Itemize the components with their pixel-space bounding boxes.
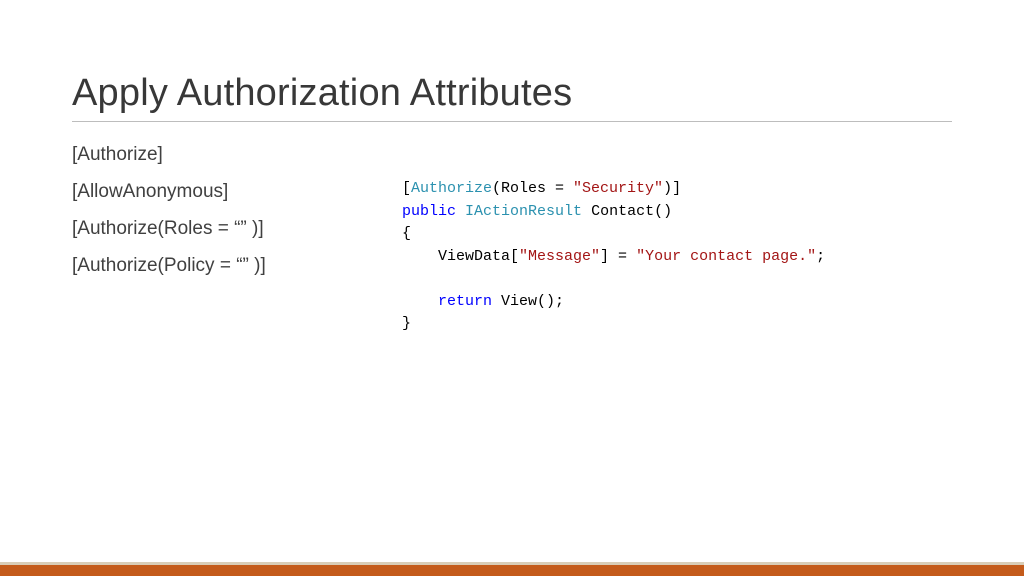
attribute-list: [Authorize] [AllowAnonymous] [Authorize(… [72, 136, 362, 336]
code-token [402, 248, 438, 265]
code-token [456, 203, 465, 220]
code-token: IActionResult [465, 203, 582, 220]
code-token: ; [816, 248, 825, 265]
list-item: [Authorize(Roles = “” )] [72, 210, 362, 247]
code-token: Authorize [411, 180, 492, 197]
code-token: ) [663, 180, 672, 197]
code-token: public [402, 203, 456, 220]
code-token: [ [402, 180, 411, 197]
code-token: "Your contact page." [636, 248, 816, 265]
code-token: { [402, 225, 411, 242]
code-token: return [438, 293, 492, 310]
list-item: [Authorize] [72, 136, 362, 173]
footer-accent-bottom [0, 565, 1024, 576]
code-token: View(); [492, 293, 564, 310]
slide-title: Apply Authorization Attributes [72, 72, 952, 115]
code-token: ] = [600, 248, 636, 265]
list-item: [AllowAnonymous] [72, 173, 362, 210]
code-token: Contact() [591, 203, 672, 220]
code-token: "Security" [573, 180, 663, 197]
slide: Apply Authorization Attributes [Authoriz… [0, 0, 1024, 576]
code-token [402, 293, 438, 310]
code-token: (Roles = [492, 180, 573, 197]
code-token: } [402, 315, 411, 332]
code-block: [Authorize(Roles = "Security")] public I… [402, 136, 952, 336]
slide-footer-bar [0, 562, 1024, 576]
slide-body: [Authorize] [AllowAnonymous] [Authorize(… [72, 136, 952, 336]
code-token: ViewData[ [438, 248, 519, 265]
title-rule [72, 121, 952, 122]
list-item: [Authorize(Policy = “” )] [72, 247, 362, 284]
code-token [582, 203, 591, 220]
code-token: ] [672, 180, 681, 197]
code-token: "Message" [519, 248, 600, 265]
